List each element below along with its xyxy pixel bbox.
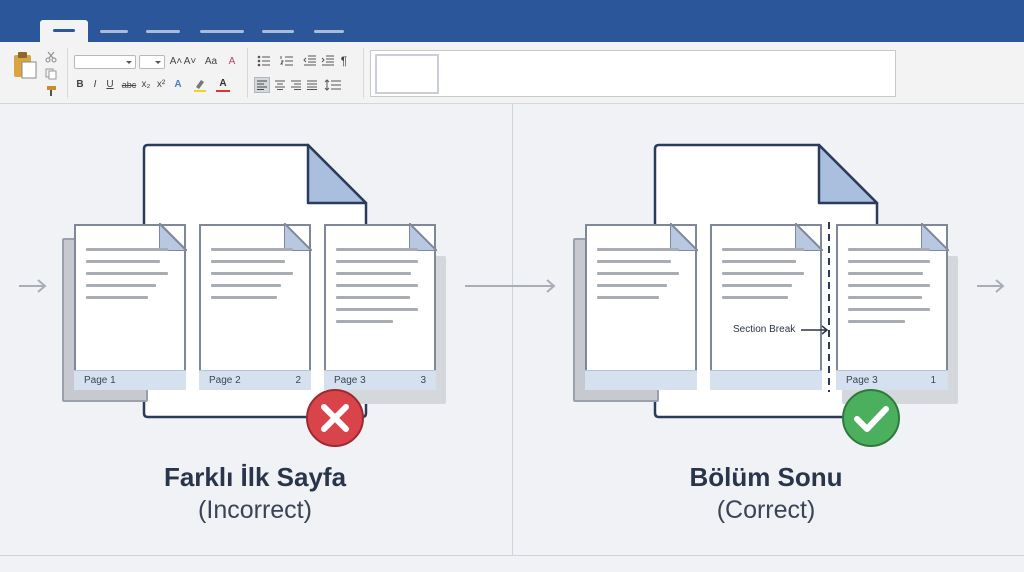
page-label: Page 1 [84, 375, 116, 386]
style-normal-thumbnail[interactable] [375, 54, 439, 94]
format-painter-icon[interactable] [44, 84, 58, 98]
grow-font-button[interactable]: A˄ [169, 55, 183, 69]
copy-icon[interactable] [44, 67, 58, 81]
ribbon-tab[interactable] [100, 30, 128, 33]
clear-formatting-button[interactable]: A [225, 55, 239, 69]
strikethrough-button[interactable]: abc [121, 78, 137, 92]
change-case-button[interactable]: Aa [200, 55, 222, 69]
text-effects-button[interactable]: A [171, 78, 185, 92]
page-thumbnail[interactable] [585, 223, 698, 390]
shrink-font-button[interactable]: A˅ [183, 55, 197, 69]
ribbon-tab[interactable] [262, 30, 294, 33]
font-name-dropdown[interactable] [74, 55, 136, 69]
underline-button[interactable]: U [104, 78, 116, 92]
page-thumbnail[interactable]: Page 2 2 [199, 223, 312, 390]
page-thumbnail[interactable]: Page 1 [74, 223, 187, 390]
x-icon [306, 389, 364, 447]
font-color-button[interactable]: A [216, 78, 230, 92]
app-window: A˄ A˅ Aa A B I U abc x₂ x² A A ¶ Page 1 … [0, 0, 1024, 572]
page-label: Page 3 [846, 375, 878, 386]
cut-icon[interactable] [44, 50, 58, 64]
page-thumbnail[interactable]: Page 3 3 [324, 223, 437, 390]
panel-title: Bölüm Sonu [689, 462, 843, 492]
ribbon-tab[interactable] [200, 30, 244, 33]
title-bar [0, 0, 1024, 44]
panel-subtitle: (Correct) [716, 496, 816, 524]
numbering-icon[interactable] [278, 54, 296, 68]
line-spacing-icon[interactable] [323, 77, 343, 93]
pilcrow-icon[interactable]: ¶ [338, 54, 350, 68]
page-number: 1 [930, 375, 936, 386]
bullets-icon[interactable] [255, 54, 273, 68]
increase-indent-icon[interactable] [320, 54, 334, 68]
decrease-indent-icon[interactable] [302, 54, 316, 68]
panel-title: Farklı İlk Sayfa [163, 462, 347, 492]
italic-button[interactable]: I [89, 78, 101, 92]
font-size-dropdown[interactable] [139, 55, 165, 69]
arrow-right-icon [19, 279, 47, 293]
panel-subtitle: (Incorrect) [198, 496, 312, 524]
page-number: 2 [295, 375, 301, 386]
ribbon-tab[interactable] [146, 30, 180, 33]
subscript-button[interactable]: x₂ [139, 78, 153, 92]
bold-button[interactable]: B [74, 78, 86, 92]
bottom-rule [0, 555, 1024, 556]
ribbon-tab-active[interactable] [40, 20, 88, 44]
section-break-line [828, 222, 830, 392]
styles-gallery[interactable] [370, 50, 896, 97]
align-left-icon[interactable] [254, 77, 270, 93]
panel-divider [512, 104, 513, 556]
align-right-icon[interactable] [288, 77, 304, 93]
ribbon-tab[interactable] [314, 30, 344, 33]
page-thumbnail[interactable]: Page 3 1 [836, 223, 949, 390]
ribbon: A˄ A˅ Aa A B I U abc x₂ x² A A ¶ [0, 42, 1024, 104]
arrow-right-icon [977, 279, 1005, 293]
highlight-icon[interactable] [192, 78, 208, 92]
paste-icon[interactable] [12, 50, 38, 80]
check-icon [842, 389, 900, 447]
page-number: 3 [420, 375, 426, 386]
justify-icon[interactable] [304, 77, 320, 93]
align-center-icon[interactable] [272, 77, 288, 93]
section-break-label: Section Break [733, 324, 796, 335]
arrow-right-icon [465, 279, 556, 293]
page-label: Page 3 [334, 375, 366, 386]
page-thumbnail[interactable] [710, 223, 823, 390]
page-label: Page 2 [209, 375, 241, 386]
superscript-button[interactable]: x² [154, 78, 168, 92]
